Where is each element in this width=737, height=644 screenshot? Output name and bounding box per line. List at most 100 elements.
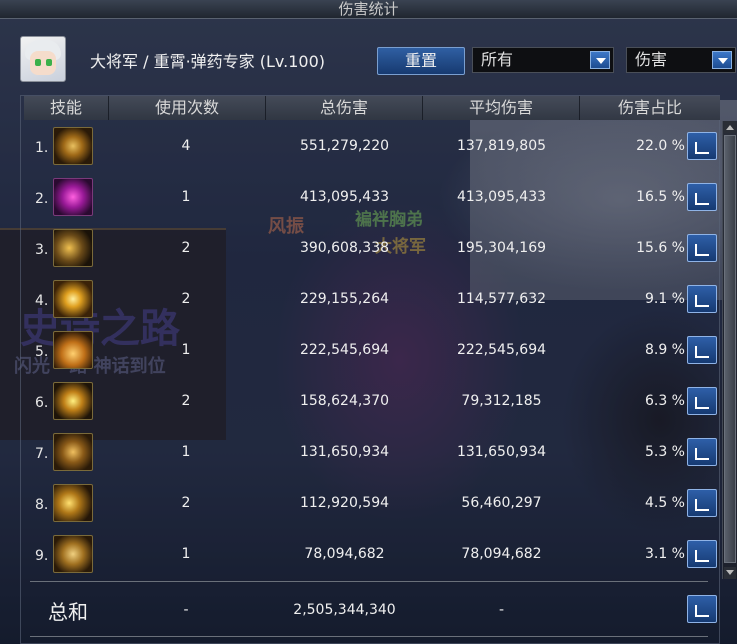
table-scrollbar[interactable] xyxy=(722,121,737,579)
damage-share: 8.9 % xyxy=(644,342,685,358)
average-damage: 114,577,632 xyxy=(456,291,547,307)
row-index: 3. xyxy=(35,242,49,258)
header-use-count[interactable]: 使用次数 xyxy=(109,96,266,120)
damage-share: 16.5 % xyxy=(636,189,685,205)
total-damage: 413,095,433 xyxy=(299,189,390,205)
share-icon xyxy=(695,244,709,256)
table-row[interactable]: 9. 1 78,094,682 78,094,682 3.1 % xyxy=(24,529,720,580)
share-button[interactable] xyxy=(687,183,717,211)
damage-share: 5.3 % xyxy=(644,444,685,460)
grenade-skill-icon xyxy=(53,535,93,573)
header-damage-share[interactable]: 伤害占比 xyxy=(580,96,720,120)
damage-share: 15.6 % xyxy=(636,240,685,256)
scroll-up-arrow-icon[interactable] xyxy=(724,121,736,133)
total-damage: 551,279,220 xyxy=(299,138,390,154)
row-index: 5. xyxy=(35,344,49,360)
row-index: 7. xyxy=(35,446,49,462)
window-titlebar[interactable]: 伤害统计 xyxy=(0,0,737,19)
table-row[interactable]: 2. 1 413,095,433 413,095,433 16.5 % xyxy=(24,172,720,223)
average-damage: 222,545,694 xyxy=(456,342,547,358)
table-row[interactable]: 4. 2 229,155,264 114,577,632 9.1 % xyxy=(24,274,720,325)
claw-slash-skill-icon xyxy=(53,229,93,267)
use-count: 1 xyxy=(181,189,191,205)
scrollbar-thumb[interactable] xyxy=(724,135,736,563)
window-title: 伤害统计 xyxy=(338,0,399,18)
header-average-damage[interactable]: 平均伤害 xyxy=(423,96,580,120)
total-damage: 78,094,682 xyxy=(304,546,385,562)
use-count: 2 xyxy=(181,291,191,307)
bottom-divider xyxy=(30,636,708,637)
character-name: 大将军 / 重霄·弹药专家 (Lv.100) xyxy=(90,52,325,71)
row-index: 4. xyxy=(35,293,49,309)
damage-share: 4.5 % xyxy=(644,495,685,511)
row-index: 8. xyxy=(35,497,49,513)
summary-label: 总和 xyxy=(48,600,88,624)
damage-share: 9.1 % xyxy=(644,291,685,307)
share-button[interactable] xyxy=(687,336,717,364)
use-count: 2 xyxy=(181,240,191,256)
average-damage: 413,095,433 xyxy=(456,189,547,205)
use-count: 4 xyxy=(181,138,191,154)
share-icon xyxy=(695,499,709,511)
arrow-shot-skill-icon xyxy=(53,484,93,522)
table-row[interactable]: 5. 1 222,545,694 222,545,694 8.9 % xyxy=(24,325,720,376)
metric-filter-value: 伤害 xyxy=(635,50,668,69)
table-row[interactable]: 6. 2 158,624,370 79,312,185 6.3 % xyxy=(24,376,720,427)
metric-filter-select[interactable]: 伤害 xyxy=(626,47,736,73)
average-damage: 78,094,682 xyxy=(461,546,542,562)
total-damage: 131,650,934 xyxy=(299,444,390,460)
summary-share-button[interactable] xyxy=(687,595,717,623)
share-button[interactable] xyxy=(687,234,717,262)
chevron-down-icon[interactable] xyxy=(590,51,610,69)
share-button[interactable] xyxy=(687,132,717,160)
share-icon xyxy=(695,397,709,409)
share-button[interactable] xyxy=(687,285,717,313)
share-icon xyxy=(695,448,709,460)
table-row[interactable]: 8. 2 112,920,594 56,460,297 4.5 % xyxy=(24,478,720,529)
target-filter-value: 所有 xyxy=(481,50,514,69)
total-damage: 222,545,694 xyxy=(299,342,390,358)
table-row[interactable]: 1. 4 551,279,220 137,819,805 22.0 % xyxy=(24,121,720,172)
share-button[interactable] xyxy=(687,387,717,415)
average-damage: 131,650,934 xyxy=(456,444,547,460)
summary-total-damage: 2,505,344,340 xyxy=(293,602,396,618)
share-icon xyxy=(695,550,709,562)
glowing-pot-skill-icon xyxy=(53,331,93,369)
character-avatar xyxy=(20,36,66,82)
row-index: 9. xyxy=(35,548,49,564)
total-damage: 390,608,338 xyxy=(299,240,390,256)
use-count: 1 xyxy=(181,546,191,562)
shield-emblem-skill-icon xyxy=(53,433,93,471)
row-index: 2. xyxy=(35,191,49,207)
share-icon xyxy=(695,346,709,358)
total-damage: 158,624,370 xyxy=(299,393,390,409)
header-skill[interactable]: 技能 xyxy=(24,96,109,120)
summary-divider xyxy=(30,581,708,582)
energy-wave-skill-icon xyxy=(53,382,93,420)
average-damage: 137,819,805 xyxy=(456,138,547,154)
damage-share: 6.3 % xyxy=(644,393,685,409)
table-row[interactable]: 7. 1 131,650,934 131,650,934 5.3 % xyxy=(24,427,720,478)
share-button[interactable] xyxy=(687,438,717,466)
use-count: 2 xyxy=(181,495,191,511)
table-header: 技能 使用次数 总伤害 平均伤害 伤害占比 xyxy=(24,96,720,120)
summary-use-count: - xyxy=(183,602,189,618)
chevron-down-icon[interactable] xyxy=(712,51,732,69)
table-row[interactable]: 3. 2 390,608,338 195,304,169 15.6 % xyxy=(24,223,720,274)
scroll-down-arrow-icon[interactable] xyxy=(724,567,736,579)
row-index: 1. xyxy=(35,140,49,156)
reset-button[interactable]: 重置 xyxy=(377,47,465,75)
share-button[interactable] xyxy=(687,489,717,517)
row-index: 6. xyxy=(35,395,49,411)
share-button[interactable] xyxy=(687,540,717,568)
share-icon xyxy=(695,193,709,205)
damage-share: 3.1 % xyxy=(644,546,685,562)
total-damage: 229,155,264 xyxy=(299,291,390,307)
target-filter-select[interactable]: 所有 xyxy=(472,47,614,73)
header-total-damage[interactable]: 总伤害 xyxy=(266,96,423,120)
average-damage: 195,304,169 xyxy=(456,240,547,256)
golden-crown-skill-icon xyxy=(53,127,93,165)
share-icon xyxy=(695,142,709,154)
use-count: 1 xyxy=(181,444,191,460)
share-icon xyxy=(695,295,709,307)
